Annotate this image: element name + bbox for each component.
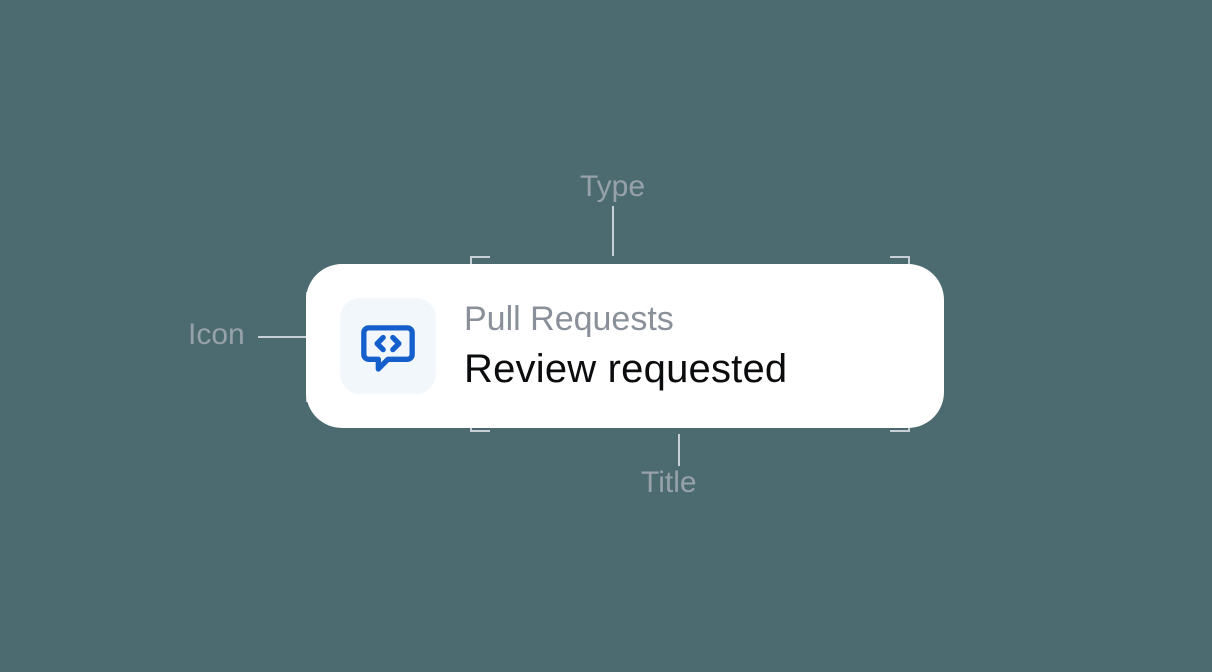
notification-icon-wrap bbox=[340, 298, 436, 394]
annotation-connector bbox=[612, 206, 614, 256]
code-review-icon bbox=[359, 317, 417, 375]
annotation-label-type: Type bbox=[580, 170, 645, 204]
annotation-connector bbox=[258, 336, 306, 338]
annotation-label-icon: Icon bbox=[188, 318, 245, 352]
notification-card: Pull Requests Review requested bbox=[306, 264, 944, 428]
annotation-connector bbox=[678, 434, 680, 466]
diagram-stage: Type Icon Title Pull Requests Revie bbox=[0, 0, 1212, 672]
annotation-label-title: Title bbox=[641, 466, 697, 500]
notification-type: Pull Requests bbox=[464, 299, 787, 339]
notification-text: Pull Requests Review requested bbox=[464, 299, 787, 393]
notification-title: Review requested bbox=[464, 345, 787, 393]
